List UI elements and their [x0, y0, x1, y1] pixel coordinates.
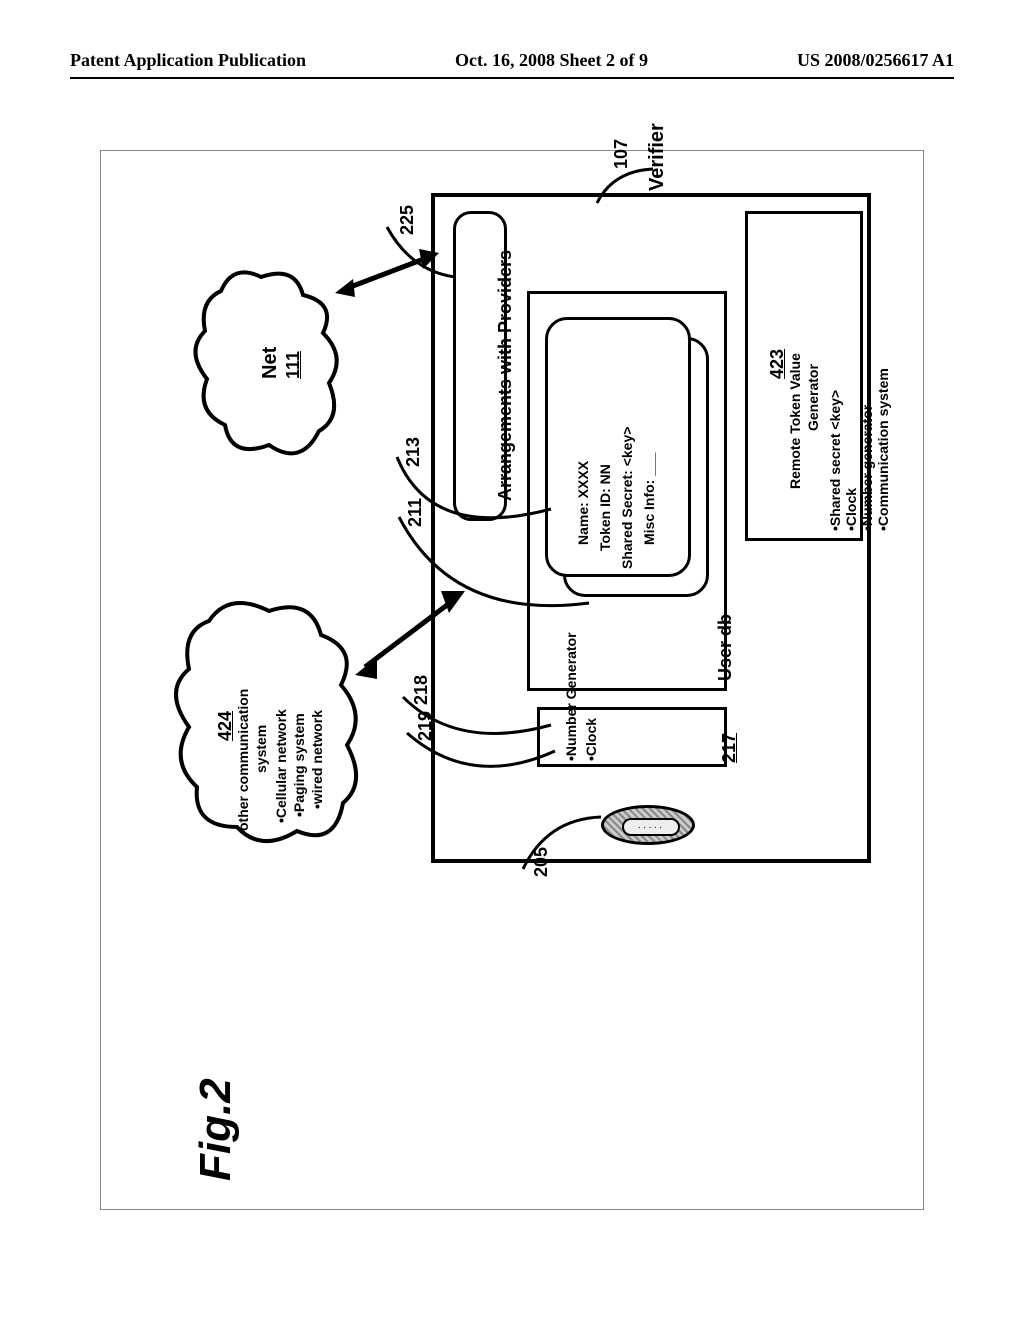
ref-211: 211: [405, 498, 426, 527]
hdr-center: Oct. 16, 2008 Sheet 2 of 9: [455, 50, 648, 71]
comm-cloud: [171, 591, 361, 856]
hdr-right: US 2008/0256617 A1: [797, 50, 954, 71]
rt-item-3: •Communication system: [875, 368, 891, 531]
comm-item-0: •Cellular network: [273, 709, 289, 823]
ref-205: 205: [531, 847, 552, 877]
net-label: Net: [259, 347, 282, 379]
card-token: Token ID: NN: [597, 464, 613, 551]
remote-token-title1: Remote Token Value: [787, 353, 803, 489]
figure-label: Fig.2: [191, 1078, 241, 1181]
ref-217: 217: [719, 733, 740, 763]
figure-frame: Fig.2 Verifier 107 Arrangements with Pro…: [100, 150, 924, 1210]
ref-107: 107: [611, 139, 632, 169]
comm-item-1: •Paging system: [291, 713, 307, 817]
comm-title2: system: [253, 725, 269, 773]
arrow-net-verifier: [333, 245, 443, 305]
user-db-label: User db: [715, 614, 736, 681]
card-misc: Misc Info: ___: [641, 452, 657, 545]
net-ref: 111: [283, 351, 304, 379]
arrow-comm-verifier: [351, 581, 471, 691]
ref-225: 225: [397, 205, 418, 235]
numgen-text: •Number Generator: [563, 632, 579, 761]
comm-item-2: •wired network: [309, 710, 325, 809]
rt-item-0: •Shared secret <key>: [827, 390, 843, 531]
clock-text: •Clock: [583, 718, 599, 761]
remote-token-title2: Generator: [805, 364, 821, 431]
rt-item-2: •Number generator: [859, 405, 875, 531]
comm-title1: other communication: [235, 689, 251, 831]
ref-213: 213: [403, 437, 424, 467]
leader-107: [593, 163, 663, 211]
hdr-left: Patent Application Publication: [70, 50, 306, 71]
token-button-icon: ·····: [601, 805, 695, 845]
ref-219: 219: [415, 711, 436, 741]
ref-423: 423: [767, 349, 788, 379]
rt-item-1: •Clock: [843, 488, 859, 531]
comm-ref: 424: [215, 711, 236, 741]
card-secret: Shared Secret: <key>: [619, 427, 635, 569]
